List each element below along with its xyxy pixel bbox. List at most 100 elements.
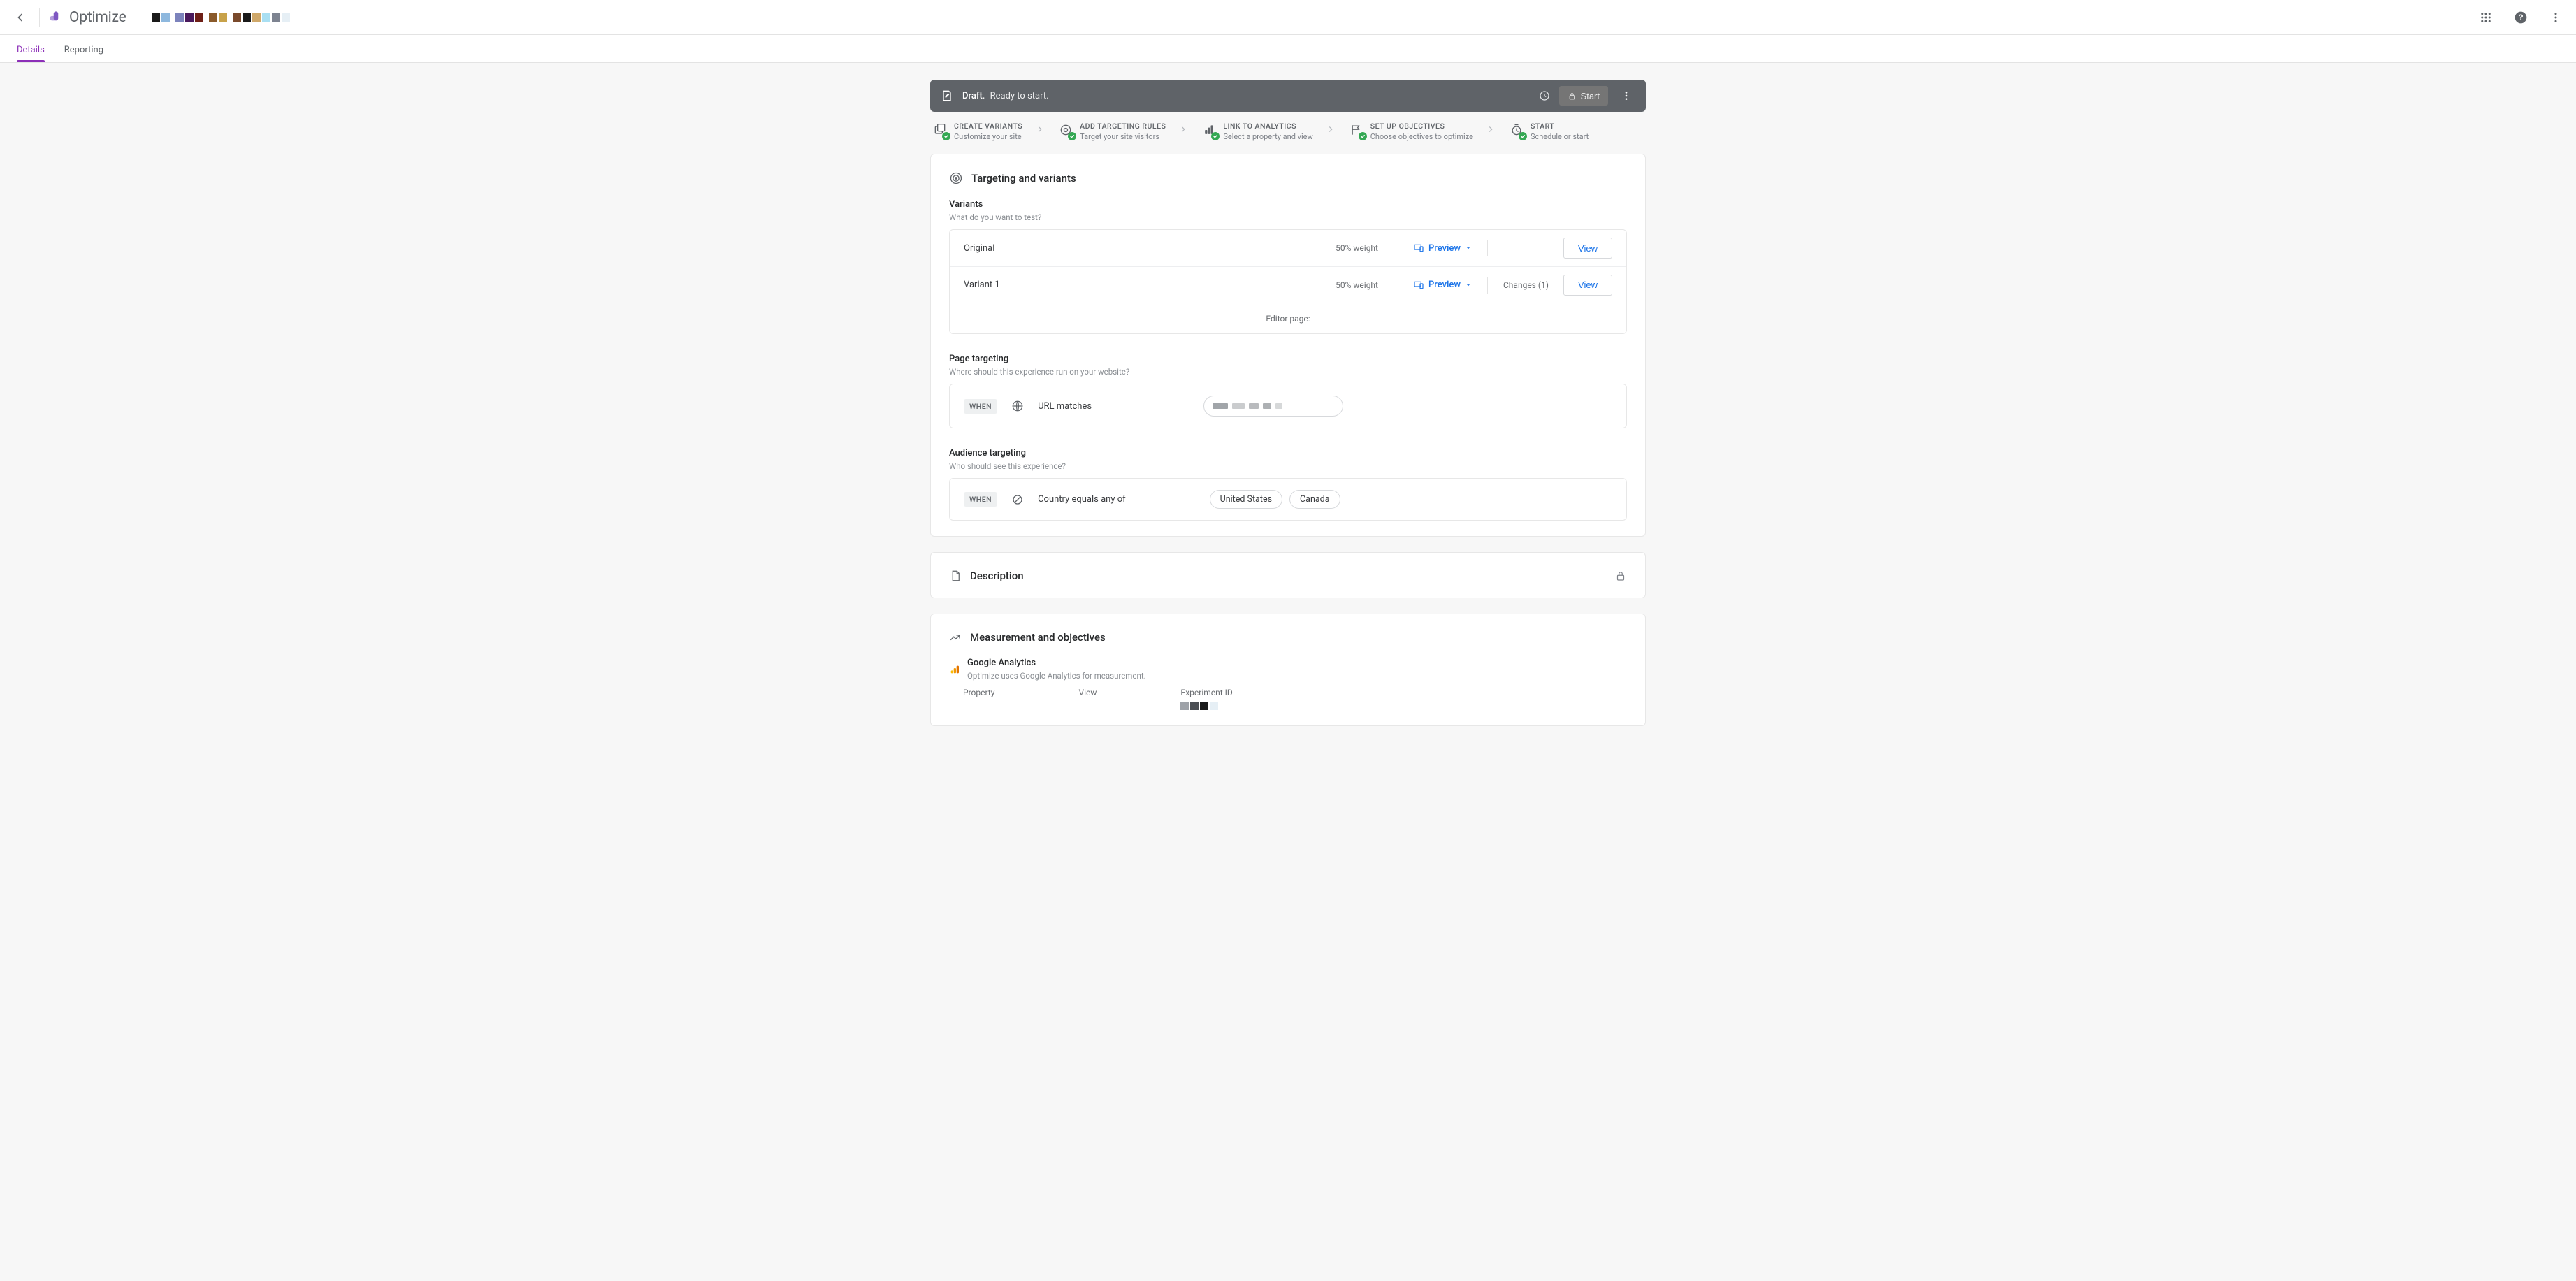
lock-icon (1568, 92, 1577, 101)
variant-row[interactable]: Original50% weight Preview View (950, 230, 1626, 266)
svg-text:?: ? (2518, 13, 2523, 22)
swatch (252, 13, 261, 22)
view-button[interactable]: View (1563, 238, 1612, 259)
start-button-label: Start (1581, 91, 1600, 101)
step-icon (932, 122, 948, 138)
audience-targeting-rule[interactable]: WHEN Country equals any of United States… (949, 478, 1627, 521)
swatch (282, 13, 290, 22)
tab-details[interactable]: Details (17, 39, 45, 62)
variants-label: Variants (949, 199, 1627, 210)
swatch-group (152, 13, 170, 22)
variant-name: Variant 1 (964, 280, 1294, 290)
chevron-right-icon (1486, 124, 1496, 134)
editor-page-row: Editor page: (950, 303, 1626, 333)
divider (1487, 240, 1488, 256)
brand-name: Optimize (69, 9, 126, 26)
swatch (1210, 702, 1218, 710)
header-divider (39, 8, 40, 27)
changes-text[interactable]: Changes (1) (1503, 280, 1563, 290)
help-button[interactable]: ? (2509, 6, 2533, 29)
step-sub: Customize your site (954, 132, 1022, 141)
globe-icon (1011, 400, 1024, 412)
measurement-card: Measurement and objectives Google Analyt… (930, 614, 1646, 726)
tabs: Details Reporting (0, 35, 2576, 63)
swatch (209, 13, 217, 22)
app-header: Optimize ? (0, 0, 2576, 35)
draft-icon (940, 89, 954, 103)
help-icon: ? (2514, 10, 2528, 24)
audience-targeting-hint: Who should see this experience? (949, 461, 1627, 471)
variants-table: Original50% weight Preview View Variant 1 50… (949, 229, 1627, 334)
more-vert-icon (1621, 90, 1632, 101)
step-icon (1201, 122, 1217, 138)
description-card[interactable]: Description (930, 552, 1646, 598)
page-targeting-rule[interactable]: WHEN URL matches (949, 384, 1627, 428)
back-button[interactable] (8, 6, 32, 29)
experiment-id-label: Experiment ID (1180, 688, 1232, 697)
preview-label: Preview (1428, 280, 1461, 290)
brand[interactable]: Optimize (47, 8, 126, 27)
step[interactable]: STARTSchedule or start (1508, 122, 1589, 141)
targeting-heading: Targeting and variants (971, 172, 1076, 184)
preview-button[interactable]: Preview (1413, 280, 1472, 291)
tab-reporting[interactable]: Reporting (64, 39, 103, 62)
page-targeting-hint: Where should this experience run on your… (949, 367, 1627, 377)
caret-down-icon (1465, 245, 1472, 252)
when-chip: WHEN (964, 399, 997, 414)
swatch (161, 13, 170, 22)
swatch (1190, 702, 1199, 710)
swatch (1180, 702, 1189, 710)
url-match-field[interactable] (1203, 396, 1343, 417)
header-swatches (152, 13, 290, 22)
description-icon (949, 570, 962, 582)
when-chip: WHEN (964, 492, 997, 507)
step[interactable]: CREATE VARIANTSCustomize your site (932, 122, 1022, 141)
devices-icon (1413, 280, 1424, 291)
variants-hint: What do you want to test? (949, 212, 1627, 222)
preview-button[interactable]: Preview (1413, 243, 1472, 254)
page-body: Draft. Ready to start. Start CREATE VARI… (0, 63, 2576, 1281)
devices-icon (1413, 243, 1424, 254)
variant-row[interactable]: Variant 150% weightPreviewChanges (1)Vie… (950, 266, 1626, 303)
chevron-right-icon (1326, 124, 1336, 134)
overflow-menu-button[interactable] (2544, 6, 2568, 29)
measurement-heading: Measurement and objectives (970, 631, 1106, 644)
ga-title: Google Analytics (967, 658, 1146, 668)
swatch (195, 13, 203, 22)
arrow-left-icon (13, 10, 27, 24)
audience-value-pill[interactable]: Canada (1289, 490, 1340, 509)
divider (1487, 277, 1488, 294)
swatch (1200, 702, 1208, 710)
measurement-columns: Property View Experiment ID (949, 688, 1627, 710)
swatch-group (175, 13, 203, 22)
chevron-right-icon (1035, 124, 1045, 134)
step-title: ADD TARGETING RULES (1080, 122, 1166, 131)
start-button[interactable]: Start (1559, 86, 1608, 106)
step-title: START (1531, 122, 1589, 131)
swatch (185, 13, 194, 22)
header-actions: ? (2474, 6, 2568, 29)
page-targeting-label: Page targeting (949, 354, 1627, 364)
audience-rule-text: Country equals any of (1038, 494, 1126, 505)
swatch (272, 13, 280, 22)
step-title: LINK TO ANALYTICS (1223, 122, 1312, 131)
variant-weight: 50% weight (1294, 243, 1378, 253)
property-label: Property (963, 688, 994, 697)
schedule-icon[interactable] (1538, 89, 1551, 102)
status-overflow-button[interactable] (1616, 90, 1636, 101)
step[interactable]: LINK TO ANALYTICSSelect a property and v… (1201, 122, 1312, 141)
step-title: CREATE VARIANTS (954, 122, 1022, 131)
step[interactable]: ADD TARGETING RULESTarget your site visi… (1057, 122, 1166, 141)
step-sub: Schedule or start (1531, 132, 1589, 141)
swatch (243, 13, 251, 22)
swatch (175, 13, 184, 22)
user-pref-button[interactable] (2474, 6, 2498, 29)
stepper: CREATE VARIANTSCustomize your site ADD TA… (930, 122, 1646, 141)
step[interactable]: SET UP OBJECTIVESChoose objectives to op… (1348, 122, 1473, 141)
step-title: SET UP OBJECTIVES (1370, 122, 1473, 131)
swatch (219, 13, 227, 22)
variant-name: Original (964, 243, 1294, 254)
status-ready: Ready to start. (990, 91, 1049, 101)
audience-value-pill[interactable]: United States (1210, 490, 1282, 509)
view-button[interactable]: View (1563, 275, 1612, 296)
